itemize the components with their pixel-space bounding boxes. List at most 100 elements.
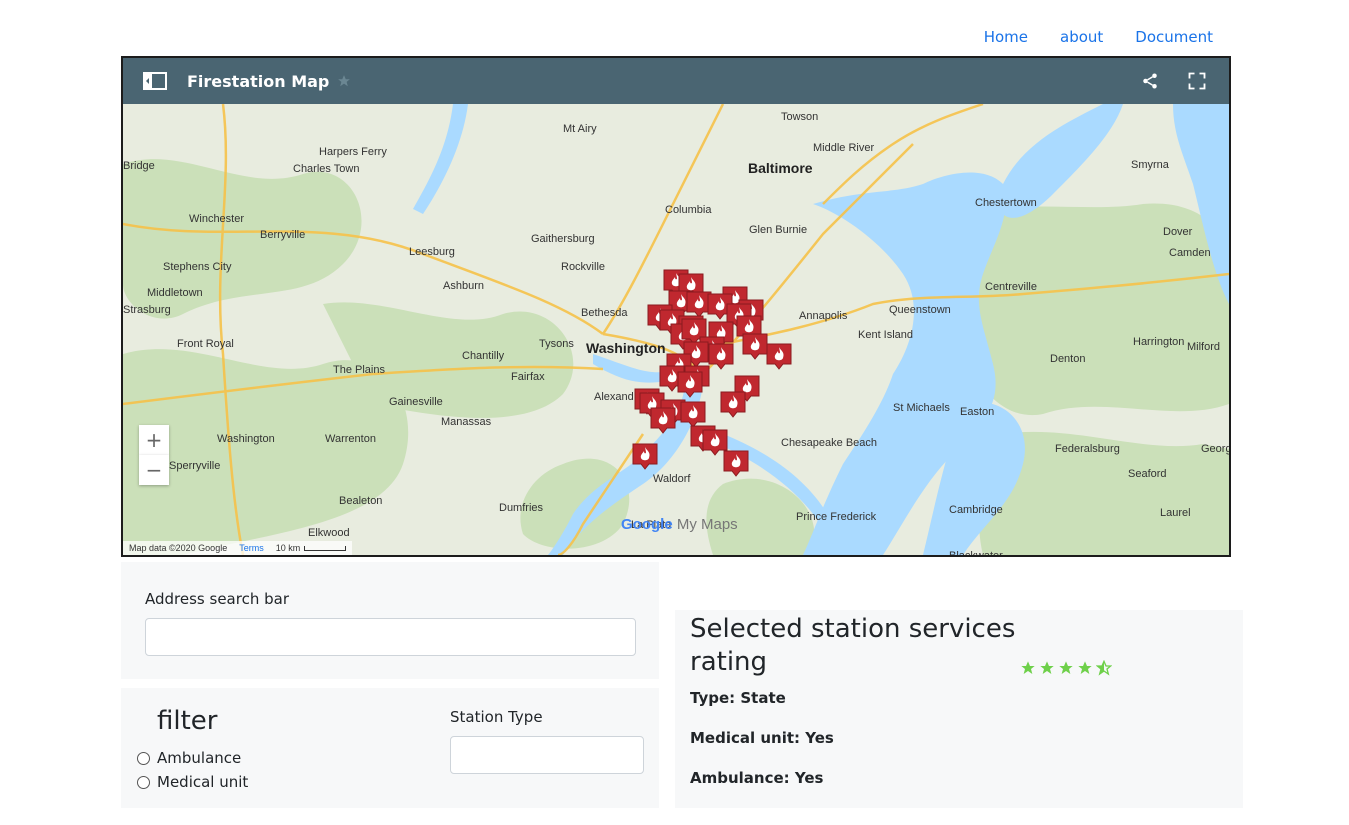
station-type-input[interactable]	[450, 736, 644, 774]
nav-about-link[interactable]: about	[1060, 28, 1103, 46]
medical-unit-radio-label: Medical unit	[157, 773, 249, 791]
map-place-label: Bealeton	[339, 495, 382, 507]
map-place-label: Glen Burnie	[749, 224, 807, 236]
star-full-icon	[1059, 661, 1073, 674]
map-place-label: Gainesville	[389, 396, 443, 408]
top-nav: Home about Document	[952, 28, 1213, 46]
map-place-label: Rockville	[561, 261, 605, 273]
address-search-input[interactable]	[145, 618, 636, 656]
scale-bar	[304, 545, 347, 551]
map-place-label: Kent Island	[858, 329, 913, 341]
map-place-label: Georg	[1201, 443, 1229, 455]
ambulance-text: Ambulance: Yes	[690, 769, 824, 787]
map-place-label: St Michaels	[893, 402, 950, 414]
medical-unit-radio[interactable]	[137, 775, 150, 789]
map-place-label: Bethesda	[581, 307, 628, 319]
map-place-label: Chestertown	[975, 197, 1037, 209]
map-place-label: Fairfax	[511, 371, 545, 383]
ambulance-radio-row[interactable]: Ambulance	[137, 749, 241, 767]
map-place-label: Milford	[1187, 341, 1220, 353]
map-embed: Firestation Map Towson Mt Airy Baltimore…	[121, 56, 1231, 557]
ambulance-radio-label: Ambulance	[157, 749, 242, 767]
station-type-text: Type: State	[690, 689, 786, 707]
search-label: Address search bar	[145, 590, 289, 608]
station-heading-line1: Selected station services	[690, 614, 1016, 644]
map-place-label: Seaford	[1128, 468, 1167, 480]
map-place-label: Middletown	[147, 287, 203, 299]
map-place-label: Blackwater	[949, 550, 1003, 555]
map-place-label: Denton	[1050, 353, 1085, 365]
map-title: Firestation Map	[187, 71, 330, 91]
map-place-label: Centreville	[985, 281, 1037, 293]
map-place-label: Elkwood	[308, 527, 350, 539]
fullscreen-icon[interactable]	[1187, 71, 1207, 91]
map-place-label: Columbia	[665, 204, 712, 216]
map-canvas[interactable]: Towson Mt Airy Baltimore Middle River Harper…	[123, 104, 1229, 555]
map-place-label: Berryville	[260, 229, 305, 241]
map-place-label: Manassas	[441, 416, 492, 428]
medical-unit-radio-row[interactable]: Medical unit	[137, 773, 248, 791]
map-place-label: Warrenton	[325, 433, 376, 445]
map-place-label: Charles Town	[293, 163, 359, 175]
map-place-label: Delmar	[1141, 554, 1177, 555]
map-place-label: Easton	[960, 406, 994, 418]
map-place-label: Stephens City	[163, 261, 232, 273]
map-place-label: Smyrna	[1131, 159, 1170, 171]
map-place-label: Ashburn	[443, 280, 484, 292]
terms-link[interactable]: Terms	[239, 543, 264, 553]
map-place-label: Harrington	[1133, 336, 1184, 348]
map-place-label: Baltimore	[748, 160, 813, 176]
map-place-label: Chesapeake Beach	[781, 437, 877, 449]
search-panel: Address search bar	[121, 562, 659, 679]
map-place-label: Prince Frederick	[796, 511, 877, 523]
star-half-icon	[1096, 660, 1112, 676]
map-place-label: Bridge	[123, 160, 155, 172]
map-place-label: Federalsburg	[1055, 443, 1120, 455]
map-place-label: Strasburg	[123, 304, 171, 316]
map-place-label: Gaithersburg	[531, 233, 595, 245]
rating-stars	[1020, 660, 1112, 676]
attribution-text: Map data ©2020 Google	[129, 543, 228, 553]
map-place-label: Leesburg	[409, 246, 455, 258]
map-place-label: Camden	[1169, 247, 1211, 259]
map-place-label: Queenstown	[889, 304, 951, 316]
filter-title: filter	[157, 706, 218, 736]
zoom-in-button[interactable]: +	[139, 425, 169, 455]
map-attribution: Map data ©2020 Google Terms 10 km	[123, 541, 353, 555]
map-place-label: Middle River	[813, 142, 874, 154]
zoom-out-button[interactable]: −	[139, 455, 169, 485]
google-mymaps-logo: Google My Maps	[621, 516, 738, 533]
map-place-label: Dover	[1163, 226, 1193, 238]
map-place-label: Chantilly	[462, 350, 505, 362]
share-icon[interactable]	[1141, 72, 1159, 90]
nav-document-link[interactable]: Document	[1135, 28, 1213, 46]
star-full-icon	[1040, 661, 1054, 674]
map-place-label: Cambridge	[949, 504, 1003, 516]
map-place-label: Laurel	[1160, 507, 1191, 519]
map-place-label: Towson	[781, 111, 818, 123]
medical-unit-text: Medical unit: Yes	[690, 729, 834, 747]
star-full-icon	[1078, 661, 1092, 674]
map-place-label: Washington	[217, 433, 275, 445]
map-place-label: Harpers Ferry	[319, 146, 387, 158]
filter-panel: filter Ambulance Medical unit Station Ty…	[121, 688, 659, 808]
map-place-label: Waldorf	[653, 473, 691, 485]
station-type-label: Station Type	[450, 708, 543, 726]
map-place-label: Front Royal	[177, 338, 234, 350]
sidebar-toggle-icon[interactable]	[143, 71, 167, 91]
station-heading-line2: rating	[690, 647, 768, 677]
map-place-label: Mt Airy	[563, 123, 597, 135]
star-outline-icon[interactable]	[337, 74, 351, 88]
station-heading: Selected station services rating	[690, 613, 1015, 679]
map-place-label: Washington	[586, 340, 666, 356]
map-place-label: The Plains	[333, 364, 385, 376]
map-header: Firestation Map	[123, 58, 1229, 104]
ambulance-radio[interactable]	[137, 751, 150, 765]
map-place-label: Sperryville	[169, 460, 220, 472]
map-place-label: Dumfries	[499, 502, 544, 514]
scale-label: 10 km	[275, 543, 301, 553]
star-full-icon	[1021, 661, 1035, 674]
map-place-label: Annapolis	[799, 310, 848, 322]
nav-home-link[interactable]: Home	[984, 28, 1028, 46]
map-place-label: Winchester	[189, 213, 244, 225]
